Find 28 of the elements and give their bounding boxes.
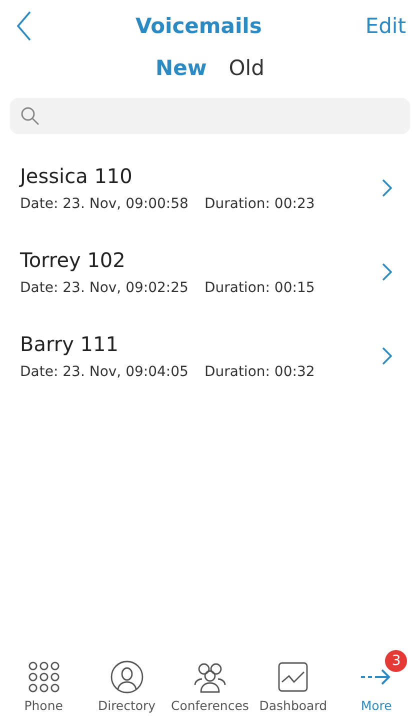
segment-tab[interactable]: New <box>156 56 207 80</box>
segment-tab[interactable]: Old <box>228 56 264 80</box>
caller-name: Jessica 110 <box>20 164 134 188</box>
voicemail-date: Date: 23. Nov, 09:04:05 <box>20 364 188 380</box>
search-icon <box>20 106 40 126</box>
voicemail-duration: Duration: 00:23 <box>204 196 315 212</box>
tab-bar-item[interactable]: Phone <box>2 650 85 713</box>
edit-button[interactable]: Edit <box>365 14 406 38</box>
chevron-right-icon[interactable] <box>382 178 392 196</box>
chart-icon <box>276 660 310 694</box>
tab-bar-item[interactable]: Dashboard <box>252 650 334 713</box>
tab-bar-item[interactable]: More 3 <box>335 650 418 713</box>
back-button[interactable] <box>16 11 32 41</box>
voicemail-date: Date: 23. Nov, 09:02:25 <box>20 280 188 296</box>
search-field[interactable] <box>10 98 410 134</box>
tab-bar-item[interactable]: Conferences <box>168 650 251 713</box>
chevron-right-icon[interactable] <box>382 346 392 364</box>
page-title: Voicemails <box>135 14 262 38</box>
chevron-right-icon[interactable] <box>382 262 392 280</box>
caller-name: Torrey 102 <box>20 248 126 272</box>
notification-badge: 3 <box>385 650 408 672</box>
voicemail-duration: Duration: 00:32 <box>204 364 315 380</box>
person-icon <box>110 660 144 694</box>
voicemail-date: Date: 23. Nov, 09:00:58 <box>20 196 188 212</box>
tab-bar-item[interactable]: Directory <box>86 650 168 713</box>
caller-name: Barry 111 <box>20 332 120 356</box>
keypad-icon <box>26 660 61 694</box>
voicemail-duration: Duration: 00:15 <box>204 280 315 296</box>
